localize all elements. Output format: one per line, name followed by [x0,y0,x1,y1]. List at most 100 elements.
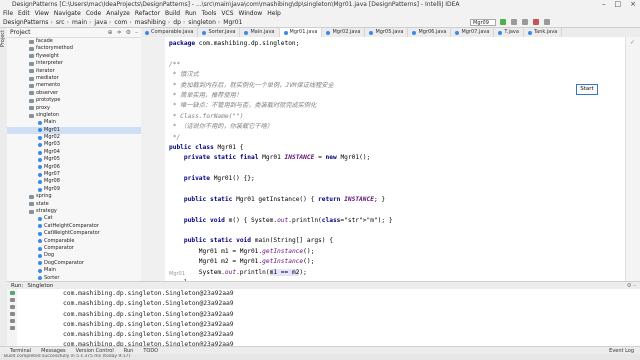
locate-icon[interactable]: ⊕ [108,29,113,36]
editor-tab-mgr01[interactable]: Mgr01.java [279,28,323,37]
code-line[interactable]: /** [169,60,393,70]
tree-item-interpreter[interactable]: interpreter [7,60,141,67]
editor-tab-mgr02[interactable]: Mgr02.java [322,28,366,37]
breadcrumb-item[interactable]: DesignPatterns [3,19,48,26]
code-line[interactable]: public class Mgr01 { [169,143,393,153]
tree-item-mgr04[interactable]: Mgr04 [7,149,141,156]
tree-item-mgr01[interactable]: Mgr01 [7,126,141,135]
editor-tab-mgr05[interactable]: Mgr05.java [365,28,409,37]
pin-icon[interactable] [9,312,15,316]
menu-code[interactable]: Code [86,10,101,17]
tree-item-factorymethod[interactable]: factorymethod [7,45,141,52]
code-line[interactable] [169,164,393,174]
breadcrumb-item[interactable]: com [114,19,127,26]
tree-item-mgr05[interactable]: Mgr05 [7,156,141,163]
stop-icon[interactable] [9,298,15,302]
tree-item-comparable[interactable]: Comparable [7,238,141,245]
code-line[interactable] [169,184,393,194]
console-output-line[interactable]: com.mashibing.dp.singleton.Singleton@23a… [17,330,640,340]
tree-item-mgr02[interactable]: Mgr02 [7,134,141,141]
print-icon[interactable] [9,319,15,323]
editor-tab-main[interactable]: Main.java [240,28,280,37]
code-line[interactable]: * Class.forName("") [169,112,393,122]
code-line[interactable]: public void m() { System.out.println(cla… [169,216,393,226]
menu-edit[interactable]: Edit [18,10,30,17]
rerun-icon[interactable] [9,291,15,295]
tree-item-cat[interactable]: Cat [7,215,141,222]
code-line[interactable]: System.out.println(m1 == m2); [169,268,393,278]
code-line[interactable]: private static final Mgr01 INSTANCE = ne… [169,153,393,163]
tree-item-iterator[interactable]: iterator [7,68,141,75]
minimize-button[interactable]: – [602,0,606,8]
editor-tab-comparable[interactable]: Comparable.java [141,28,199,37]
tree-item-comparator[interactable]: Comparator [7,245,141,252]
console-output-line[interactable]: com.mashibing.dp.singleton.Singleton@23a… [17,310,640,320]
code-content[interactable]: package com.mashibing.dp.singleton; /** *… [169,39,393,281]
code-line[interactable] [169,49,393,59]
stop-icon[interactable] [533,19,539,25]
run-console-output[interactable]: com.mashibing.dp.singleton.Singleton@23a… [17,289,640,346]
editor-tab-sorter[interactable]: Sorter.java [198,28,241,37]
tree-item-mgr08[interactable]: Mgr08 [7,178,141,185]
console-output-line[interactable]: com.mashibing.dp.singleton.Singleton@23a… [17,299,640,309]
tree-item-catheightcomparator[interactable]: CatHeightComparator [7,223,141,230]
code-line[interactable]: private Mgr01() {}; [169,174,393,184]
console-output-line[interactable]: com.mashibing.dp.singleton.Singleton@23a… [17,289,640,299]
restore-layout-icon[interactable] [9,305,15,309]
tree-item-state[interactable]: state [7,201,141,208]
trash-icon[interactable] [9,326,15,330]
coverage-icon[interactable] [522,19,528,25]
tree-item-catweightcomparator[interactable]: CatWeightComparator [7,230,141,237]
breadcrumb-item[interactable]: singleton [188,19,216,26]
editor-tab-mgr06[interactable]: Mgr06.java [408,28,452,37]
close-button[interactable]: × [630,0,636,8]
code-line[interactable]: Mgr01 m1 = Mgr01.getInstance(); [169,247,393,257]
tree-item-main[interactable]: Main [7,267,141,274]
tree-item-strategy[interactable]: strategy [7,208,141,215]
project-panel-title[interactable]: Project [10,29,31,36]
menu-window[interactable]: Window [239,10,263,17]
code-line[interactable]: public static Mgr01 getInstance() { retu… [169,195,393,205]
tree-item-mediator[interactable]: mediator [7,75,141,82]
code-line[interactable] [169,226,393,236]
code-line[interactable]: * 唯一缺点：不管用到与否，类装载时就完成实例化 [169,101,393,111]
breadcrumb-item[interactable]: main [72,19,87,26]
editor-tab-mgr07[interactable]: Mgr07.java [451,28,495,37]
editor-tab-tank[interactable]: Tank.java [524,28,563,37]
tree-item-mgr09[interactable]: Mgr09 [7,186,141,193]
tree-item-prototype[interactable]: prototype [7,97,141,104]
console-output-line[interactable]: com.mashibing.dp.singleton.Singleton@23a… [17,320,640,330]
breadcrumb-item[interactable]: dp [173,19,181,26]
code-line[interactable]: */ [169,133,393,143]
hide-icon[interactable]: – [135,29,138,36]
tree-item-mgr07[interactable]: Mgr07 [7,171,141,178]
code-editor[interactable]: package com.mashibing.dp.singleton; /** *… [165,37,625,281]
tree-item-singleton[interactable]: singleton [7,112,141,119]
tree-item-dogcomparator[interactable]: DogComparator [7,260,141,267]
menu-navigate[interactable]: Navigate [54,10,81,17]
tree-item-memento[interactable]: memento [7,82,141,89]
tree-item-proxy[interactable]: proxy [7,105,141,112]
code-line[interactable] [169,205,393,215]
menu-view[interactable]: View [35,10,49,17]
run-configuration-select[interactable]: Mgr09 [470,19,496,26]
tree-item-flyweight[interactable]: flyweight [7,53,141,60]
run-icon[interactable] [500,19,506,25]
code-line[interactable]: package com.mashibing.dp.singleton; [169,39,393,49]
tree-item-spring[interactable]: spring [7,193,141,200]
gear-icon[interactable]: ⚙ [126,29,131,36]
tree-item-dog[interactable]: Dog [7,252,141,259]
breadcrumb-item[interactable]: Mgr01 [223,19,242,26]
tree-item-mgr06[interactable]: Mgr06 [7,164,141,171]
menu-analyze[interactable]: Analyze [106,10,130,17]
tree-item-observer[interactable]: observer [7,90,141,97]
collapse-icon[interactable]: ≑ [117,29,122,36]
search-icon[interactable] [544,19,550,25]
breadcrumb-item[interactable]: src [56,19,65,26]
tree-item-facade[interactable]: facade [7,38,141,45]
start-button[interactable]: Start [576,84,598,95]
code-line[interactable]: * 类加载到内存后，就实例化一个单例，JVM保证线程安全 [169,81,393,91]
editor-tab-t[interactable]: T.java [494,28,524,37]
menu-refactor[interactable]: Refactor [135,10,160,17]
menu-vcs[interactable]: VCS [221,10,233,17]
